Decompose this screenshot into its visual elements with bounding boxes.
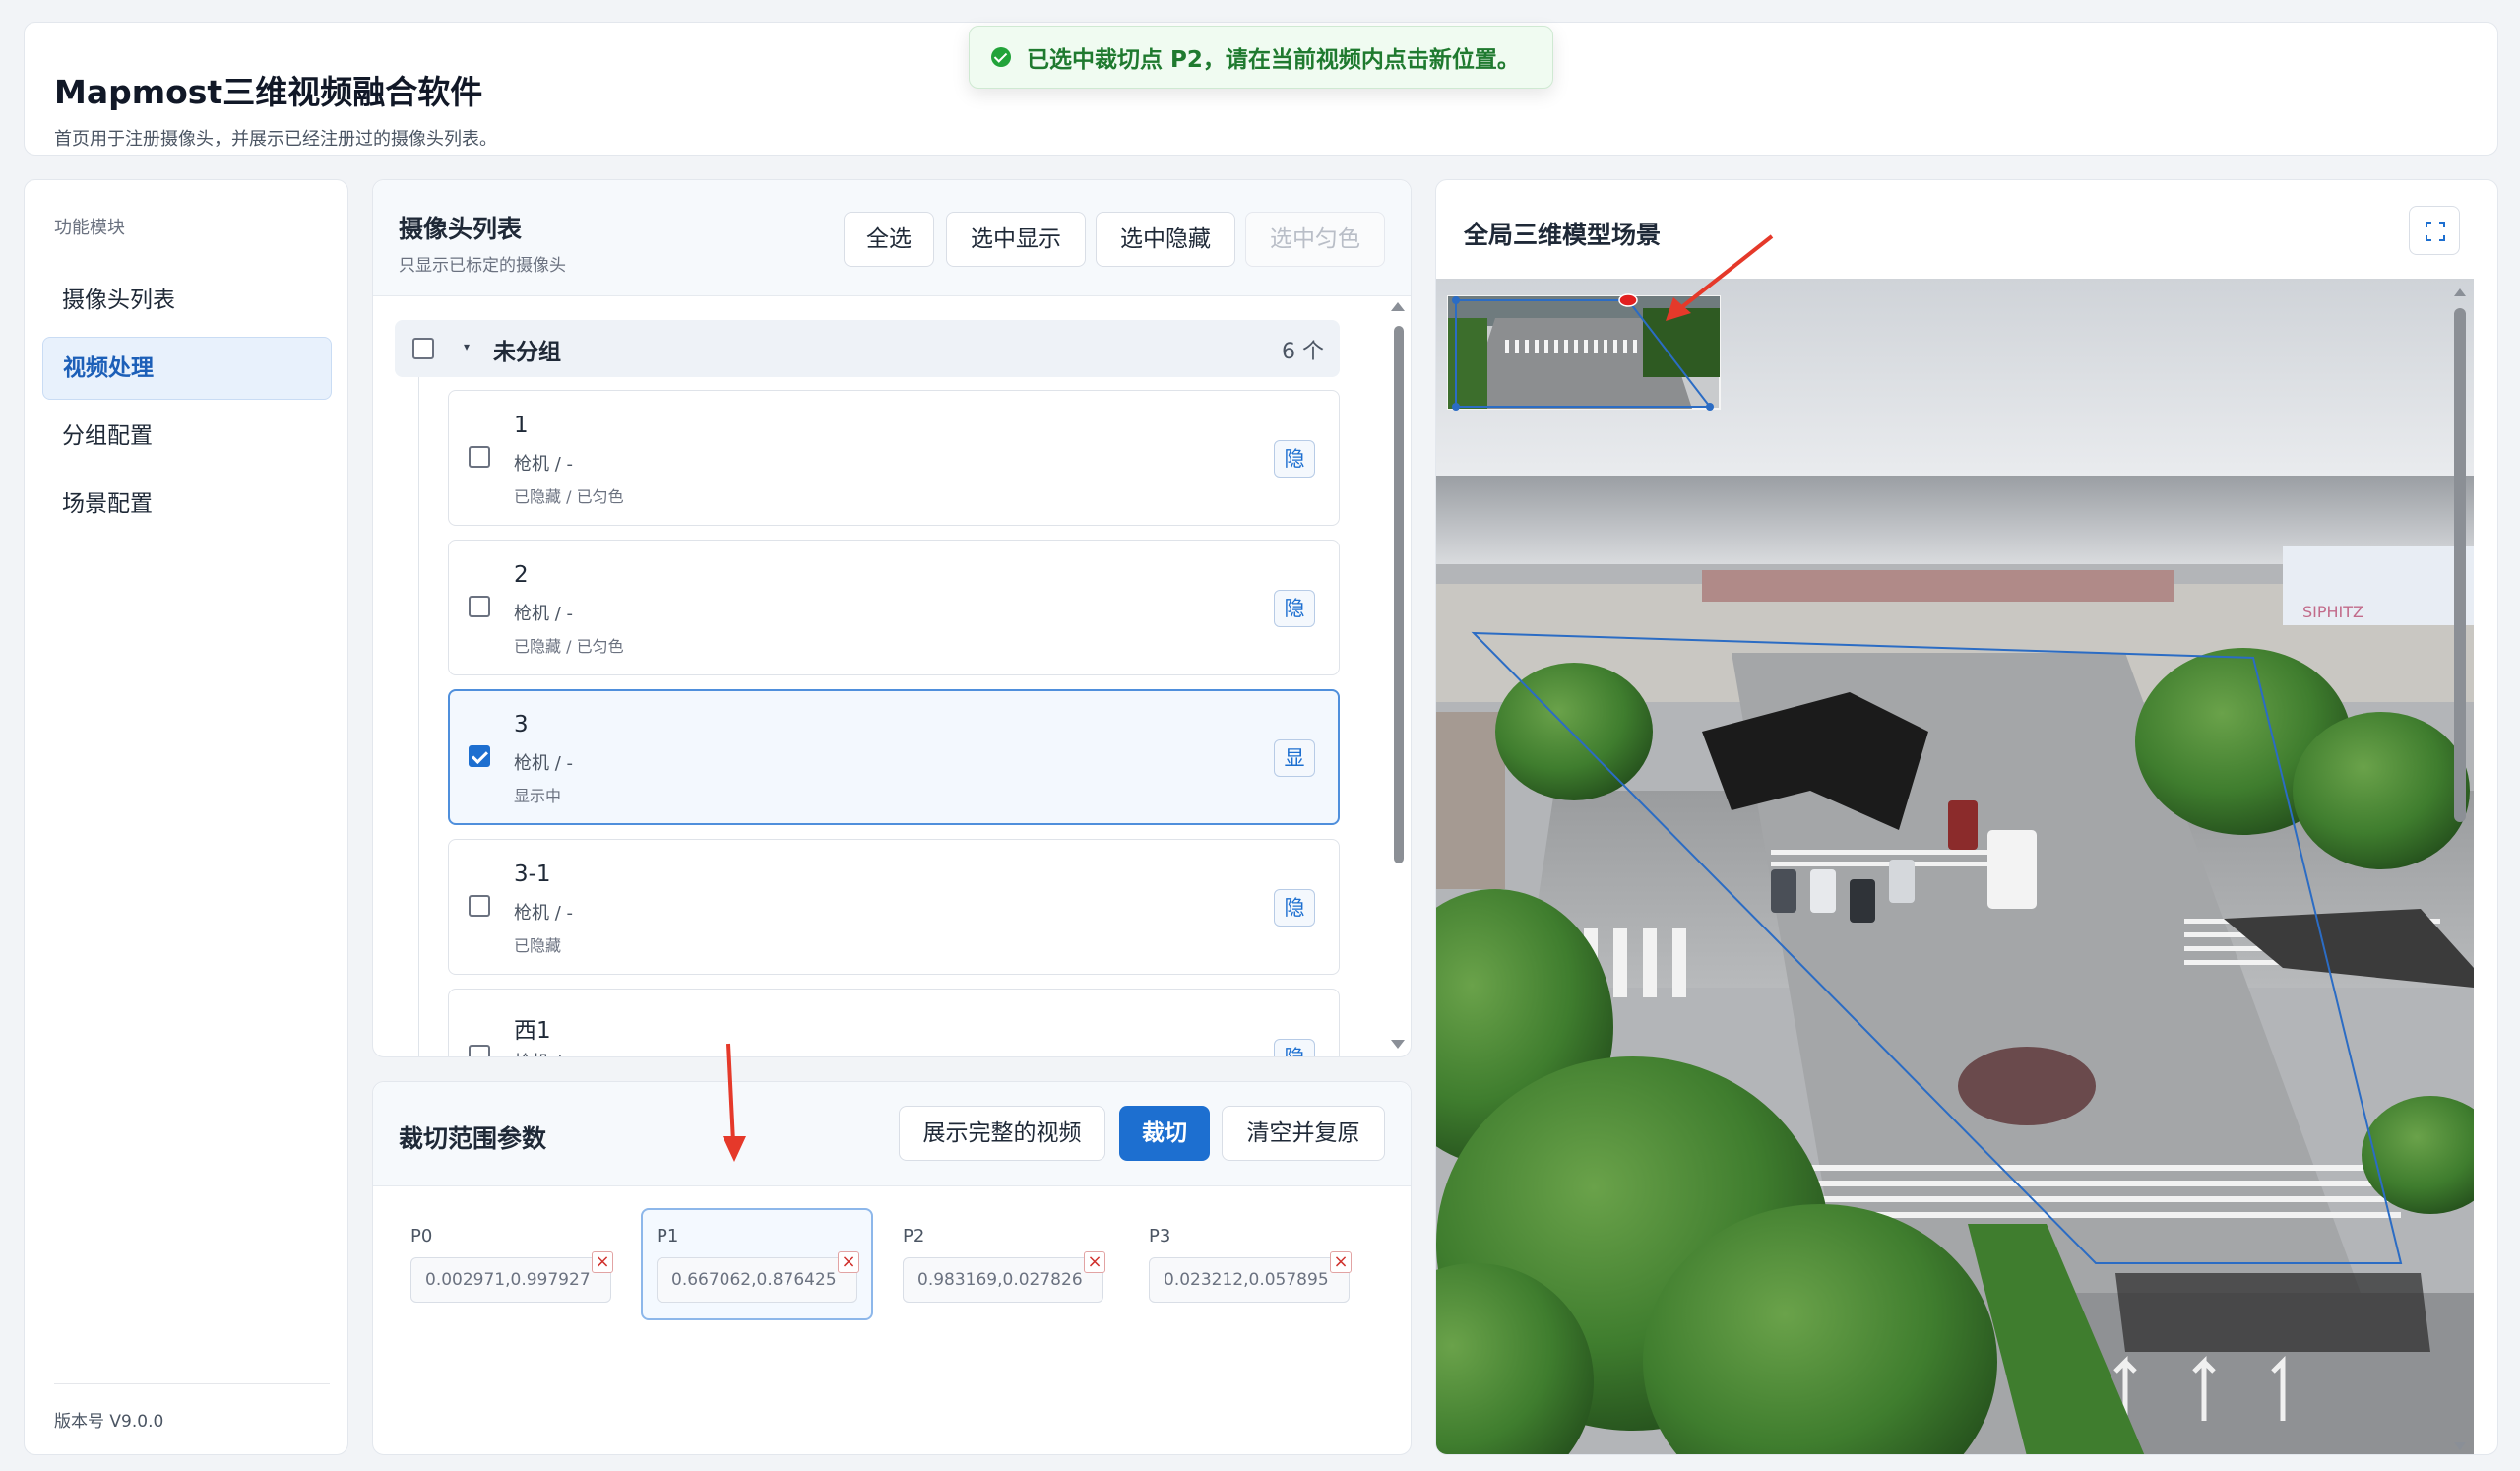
app-subtitle: 首页用于注册摄像头，并展示已经注册过的摄像头列表。	[54, 129, 497, 150]
caret-down-icon[interactable]: ▾	[464, 340, 470, 353]
camera-checkbox-checked[interactable]	[469, 745, 490, 767]
scene-3d-viewport[interactable]: SIPHITZ	[1436, 279, 2474, 1455]
selected-crop-point-marker[interactable]	[1618, 293, 1638, 307]
sidebar-divider	[54, 1383, 330, 1384]
scene-title: 全局三维模型场景	[1464, 221, 1662, 249]
scroll-down-arrow-icon[interactable]	[2454, 1442, 2466, 1450]
group-checkbox[interactable]	[412, 338, 434, 359]
visibility-toggle-button[interactable]: 隐	[1274, 590, 1315, 627]
camera-type: 枪机 / -	[514, 454, 574, 475]
camera-card-west-1[interactable]: 西1 枪机 / - 隐	[448, 989, 1340, 1056]
camera-name: 3	[514, 712, 529, 737]
sidebar-item-video-processing[interactable]: 视频处理	[42, 337, 332, 400]
toast-message: 已选中裁切点 P2，请在当前视频内点击新位置。	[1027, 47, 1520, 73]
sidebar-item-group-config[interactable]: 分组配置	[42, 405, 332, 468]
point-label-p1: P1	[657, 1226, 679, 1247]
crop-panel-header: 裁切范围参数 展示完整的视频 裁切 清空并复原	[373, 1082, 1411, 1186]
camera-checkbox[interactable]	[469, 895, 490, 917]
camera-panel-header: 摄像头列表 只显示已标定的摄像头 全选 选中显示 选中隐藏 选中匀色	[373, 180, 1411, 296]
show-selected-button[interactable]: 选中显示	[946, 212, 1086, 267]
point-label-p3: P3	[1149, 1226, 1171, 1247]
building-sign-text: SIPHITZ	[2302, 603, 2363, 621]
group-row[interactable]: ▾ 未分组 6 个	[395, 320, 1340, 377]
render-artifact-3	[2115, 1273, 2430, 1352]
camera-status: 已隐藏 / 已匀色	[514, 637, 624, 656]
version-label: 版本号 V9.0.0	[54, 1412, 164, 1432]
color-selected-button[interactable]: 选中匀色	[1245, 212, 1385, 267]
camera-checkbox[interactable]	[469, 446, 490, 468]
camera-status: 已隐藏	[514, 936, 562, 955]
group-count: 6 个	[1282, 340, 1324, 364]
scroll-up-arrow-icon[interactable]	[1391, 302, 1405, 311]
clear-p1-icon[interactable]: ×	[838, 1251, 859, 1273]
scroll-up-arrow-icon[interactable]	[2454, 288, 2466, 296]
point-input-p1[interactable]: 0.667062,0.876425	[657, 1257, 857, 1303]
sidebar: 功能模块 摄像头列表 视频处理 分组配置 场景配置 版本号 V9.0.0	[24, 179, 348, 1455]
camera-name: 西1	[514, 1018, 551, 1044]
sidebar-section-label: 功能模块	[54, 218, 125, 238]
camera-card-2[interactable]: 2 枪机 / - 已隐藏 / 已匀色 隐	[448, 540, 1340, 675]
camera-type: 枪机 / -	[514, 1049, 573, 1056]
list-scrollbar-thumb[interactable]	[1394, 326, 1404, 863]
camera-checkbox[interactable]	[469, 1045, 490, 1056]
crop-button[interactable]: 裁切	[1119, 1106, 1210, 1161]
camera-panel-subtitle: 只显示已标定的摄像头	[399, 256, 566, 276]
scene-scrollbar-thumb[interactable]	[2454, 308, 2466, 822]
app-title: Mapmost三维视频融合软件	[54, 73, 483, 111]
camera-status: 显示中	[514, 787, 562, 805]
scroll-down-arrow-icon[interactable]	[1391, 1040, 1405, 1049]
point-input-p3[interactable]: 0.023212,0.057895	[1149, 1257, 1350, 1303]
crop-range-panel: 裁切范围参数 展示完整的视频 裁切 清空并复原 P0 0.002971,0.99…	[372, 1081, 1412, 1455]
camera-panel-title: 摄像头列表	[399, 215, 523, 243]
fullscreen-icon	[2426, 222, 2445, 241]
group-name: 未分组	[493, 340, 561, 365]
camera-name: 3-1	[514, 862, 551, 887]
camera-card-3[interactable]: 3 枪机 / - 显示中 显	[448, 689, 1340, 825]
sidebar-item-scene-config[interactable]: 场景配置	[42, 473, 332, 536]
clear-p2-icon[interactable]: ×	[1084, 1251, 1105, 1273]
camera-card-3-1[interactable]: 3-1 枪机 / - 已隐藏 隐	[448, 839, 1340, 975]
camera-list-panel: 摄像头列表 只显示已标定的摄像头 全选 选中显示 选中隐藏 选中匀色 ▾ 未分组…	[372, 179, 1412, 1057]
clear-p3-icon[interactable]: ×	[1330, 1251, 1352, 1273]
camera-name: 1	[514, 413, 529, 438]
visibility-toggle-button[interactable]: 显	[1274, 739, 1315, 777]
toast-notification: 已选中裁切点 P2，请在当前视频内点击新位置。	[969, 26, 1553, 89]
hide-selected-button[interactable]: 选中隐藏	[1096, 212, 1235, 267]
check-circle-icon	[991, 47, 1011, 67]
clear-p0-icon[interactable]: ×	[592, 1251, 613, 1273]
scene-panel: 全局三维模型场景 SIPHITZ	[1435, 179, 2498, 1455]
select-all-button[interactable]: 全选	[844, 212, 934, 267]
camera-checkbox[interactable]	[469, 596, 490, 617]
building-facade-sign	[1702, 570, 2174, 602]
camera-card-1[interactable]: 1 枪机 / - 已隐藏 / 已匀色 隐	[448, 390, 1340, 526]
fullscreen-button[interactable]	[2409, 206, 2460, 255]
point-label-p0: P0	[410, 1226, 433, 1247]
camera-status: 已隐藏 / 已匀色	[514, 487, 624, 506]
visibility-toggle-button[interactable]: 隐	[1274, 889, 1315, 927]
building-left	[1436, 712, 1505, 889]
point-input-p0[interactable]: 0.002971,0.997927	[410, 1257, 611, 1303]
camera-name: 2	[514, 562, 529, 588]
point-label-p2: P2	[903, 1226, 925, 1247]
annotation-arrow-icon	[723, 1043, 746, 1162]
point-input-p2[interactable]: 0.983169,0.027826	[903, 1257, 1103, 1303]
camera-type: 枪机 / -	[514, 753, 574, 774]
visibility-toggle-button[interactable]: 隐	[1274, 1039, 1315, 1056]
visibility-toggle-button[interactable]: 隐	[1274, 440, 1315, 478]
clear-restore-button[interactable]: 清空并复原	[1222, 1106, 1385, 1161]
show-full-video-button[interactable]: 展示完整的视频	[899, 1106, 1105, 1161]
annotation-arrow-icon	[1666, 234, 1774, 321]
sidebar-item-camera-list[interactable]: 摄像头列表	[42, 269, 332, 332]
camera-type: 枪机 / -	[514, 604, 574, 624]
crop-panel-title: 裁切范围参数	[399, 1124, 547, 1153]
camera-type: 枪机 / -	[514, 903, 574, 924]
group-indent-line	[418, 377, 419, 1056]
scene-render[interactable]: SIPHITZ	[1436, 279, 2474, 1455]
